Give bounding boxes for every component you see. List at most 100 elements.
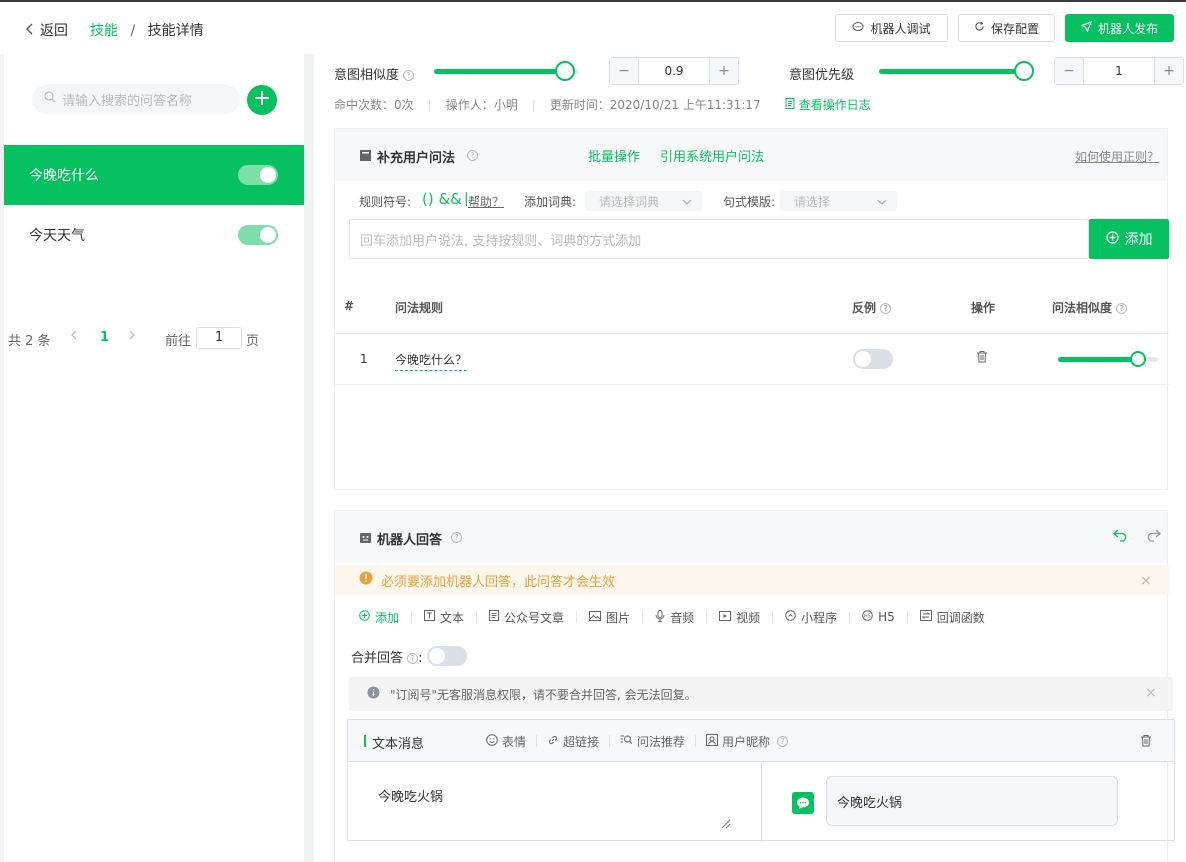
save-config-button[interactable]: 保存配置 bbox=[958, 14, 1055, 42]
resize-handle-icon[interactable] bbox=[721, 818, 731, 833]
slider-handle[interactable] bbox=[1130, 351, 1146, 367]
slider-handle[interactable] bbox=[554, 61, 575, 81]
text-icon bbox=[424, 610, 436, 624]
plus-button[interactable]: + bbox=[710, 58, 738, 84]
slider-fill bbox=[1058, 357, 1138, 362]
breadcrumb-separator: / bbox=[130, 23, 136, 39]
slider-handle[interactable] bbox=[1014, 61, 1034, 81]
info-alert: "订阅号"无客服消息权限，请不要合并回答, 会无法回复。 × bbox=[349, 677, 1173, 711]
toolbar-video[interactable]: 视频 bbox=[707, 611, 774, 625]
message-text: 今晚吃火锅 bbox=[378, 790, 444, 805]
plus-icon: + bbox=[252, 86, 272, 111]
emoji-tool[interactable]: 表情 bbox=[476, 733, 538, 749]
chevron-right-icon[interactable] bbox=[128, 329, 136, 345]
trash-icon[interactable] bbox=[1140, 734, 1152, 751]
rule-help-link[interactable]: 帮助？ bbox=[468, 193, 504, 210]
intent-priority-label: 意图优先级 bbox=[789, 68, 855, 83]
minus-button[interactable]: − bbox=[610, 58, 638, 84]
add-question-button[interactable]: 添加 bbox=[1089, 219, 1169, 259]
regex-help-link[interactable]: 如何使用正则？ bbox=[1075, 148, 1159, 165]
robot-debug-button[interactable]: 机器人调试 bbox=[835, 14, 948, 42]
help-icon: ? bbox=[777, 735, 789, 747]
user-nickname-tool[interactable]: 用户昵称? bbox=[696, 733, 798, 749]
message-preview-bubble: 今晚吃火锅 bbox=[826, 776, 1118, 826]
column-header-negative: 反例 ? bbox=[852, 299, 892, 316]
system-questions-link[interactable]: 引用系统用户问法 bbox=[660, 146, 764, 165]
add-question-input[interactable]: 回车添加用户说法, 支持按规则、词典的方式添加 bbox=[349, 219, 1089, 259]
intent-priority-slider[interactable] bbox=[879, 61, 1034, 81]
message-preview-text: 今晚吃火锅 bbox=[837, 795, 903, 811]
plus-circle-icon bbox=[359, 610, 370, 624]
toolbar-callback[interactable]: 回调函数 bbox=[908, 610, 997, 625]
microphone-icon bbox=[655, 609, 665, 625]
chevron-left-icon[interactable] bbox=[70, 329, 78, 345]
warning-alert: 必须要添加机器人回答，此问答才会生效 × bbox=[335, 565, 1169, 595]
template-select[interactable]: 请选择 bbox=[780, 191, 897, 211]
pagination-goto-label: 前往 bbox=[165, 334, 192, 349]
pagination-goto-input[interactable]: 1 bbox=[196, 327, 242, 349]
intent-similarity-value[interactable]: 0.9 bbox=[638, 58, 710, 84]
row-rule-text[interactable]: 今晚吃什么？ bbox=[395, 351, 468, 371]
robot-publish-button[interactable]: 机器人发布 bbox=[1065, 14, 1174, 42]
batch-operation-link[interactable]: 批量操作 bbox=[588, 146, 640, 165]
user-card-icon bbox=[706, 733, 719, 749]
robot-answer-header: 机器人回答 ? bbox=[335, 511, 1167, 563]
question-recommend-tool[interactable]: 问法推荐 bbox=[610, 735, 697, 749]
toolbar-miniprogram[interactable]: 小程序 bbox=[773, 610, 851, 625]
close-icon[interactable]: × bbox=[1140, 573, 1152, 589]
merge-answer-label: 合并回答 ?: bbox=[351, 651, 423, 666]
message-tools: 表情 超链接 问法推荐 用户昵称? bbox=[476, 733, 798, 749]
qa-enable-toggle[interactable] bbox=[238, 225, 278, 245]
row-similarity-slider[interactable] bbox=[1058, 351, 1158, 367]
pagination-current-page[interactable]: 1 bbox=[100, 330, 109, 345]
link-icon bbox=[547, 734, 559, 749]
qa-enable-toggle[interactable] bbox=[238, 165, 278, 185]
merge-answer-toggle[interactable] bbox=[427, 646, 467, 666]
qa-item-label: 今天天气 bbox=[29, 228, 85, 244]
chevron-down-icon bbox=[877, 195, 887, 209]
negative-toggle[interactable] bbox=[853, 349, 893, 369]
plus-button[interactable]: + bbox=[1155, 58, 1183, 84]
user-questions-header: 补充用户问法 ? 批量操作 引用系统用户问法 如何使用正则？ bbox=[335, 129, 1167, 181]
qa-sidebar: 请输入搜索的问答名称 + 今晚吃什么 今天天气 共 2 条 1 前往 1 页 bbox=[4, 54, 304, 862]
rule-symbols[interactable]: () && bbox=[422, 190, 462, 208]
qa-list-item[interactable]: 今晚吃什么 bbox=[4, 145, 304, 205]
plus-circle-icon bbox=[1105, 230, 1119, 248]
qa-search-input[interactable]: 请输入搜索的问答名称 bbox=[32, 84, 240, 114]
search-placeholder: 请输入搜索的问答名称 bbox=[62, 93, 193, 109]
operator: 操作人：小明 bbox=[445, 98, 518, 112]
toolbar-h5[interactable]: H5 H5 bbox=[850, 610, 908, 624]
column-header-action: 操作 bbox=[971, 301, 996, 315]
view-log-link[interactable]: 查看操作日志 bbox=[785, 96, 871, 113]
intent-priority-value[interactable]: 1 bbox=[1083, 58, 1155, 84]
back-label: 返回 bbox=[40, 23, 68, 39]
user-questions-card: 补充用户问法 ? 批量操作 引用系统用户问法 如何使用正则？ 规则符号: () … bbox=[334, 128, 1169, 490]
dict-select[interactable]: 请选择词典 bbox=[585, 191, 702, 211]
message-text-area[interactable]: 今晚吃火锅 bbox=[348, 762, 762, 842]
redo-icon[interactable] bbox=[1145, 528, 1161, 546]
back-link[interactable]: 返回 bbox=[26, 20, 68, 40]
minus-button[interactable]: − bbox=[1055, 58, 1083, 84]
toolbar-text[interactable]: 文本 bbox=[412, 610, 478, 625]
intent-priority-stepper[interactable]: − 1 + bbox=[1054, 57, 1184, 85]
intent-similarity-slider[interactable] bbox=[434, 61, 579, 81]
robot-answer-title: 机器人回答 bbox=[377, 533, 443, 548]
breadcrumb-skill-link[interactable]: 技能 bbox=[90, 23, 118, 39]
pagination-page-suffix: 页 bbox=[246, 334, 260, 349]
qa-list-item[interactable]: 今天天气 bbox=[4, 205, 304, 265]
toolbar-audio[interactable]: 音频 bbox=[643, 609, 708, 625]
toolbar-add[interactable]: 添加 bbox=[359, 610, 413, 625]
toolbar-image[interactable]: 图片 bbox=[577, 611, 644, 625]
message-editor-header: 文本消息 表情 超链接 问法推荐 用户昵称? bbox=[348, 720, 1174, 762]
add-qa-button[interactable]: + bbox=[247, 85, 277, 115]
top-header: 返回 技能 / 技能详情 机器人调试 保存配置 机器人发布 bbox=[0, 2, 1186, 54]
user-questions-title: 补充用户问法 bbox=[377, 151, 456, 166]
close-icon[interactable]: × bbox=[1145, 685, 1157, 701]
undo-icon[interactable] bbox=[1113, 528, 1129, 546]
robot-answer-card: 机器人回答 ? 必须要添加机器人回答，此问答才会生效 × 添加 文本 公众号文章… bbox=[334, 510, 1175, 862]
trash-icon[interactable] bbox=[976, 350, 988, 367]
intent-similarity-stepper[interactable]: − 0.9 + bbox=[609, 57, 739, 85]
hyperlink-tool[interactable]: 超链接 bbox=[537, 734, 611, 749]
search-icon bbox=[44, 91, 56, 107]
toolbar-article[interactable]: 公众号文章 bbox=[477, 610, 578, 625]
